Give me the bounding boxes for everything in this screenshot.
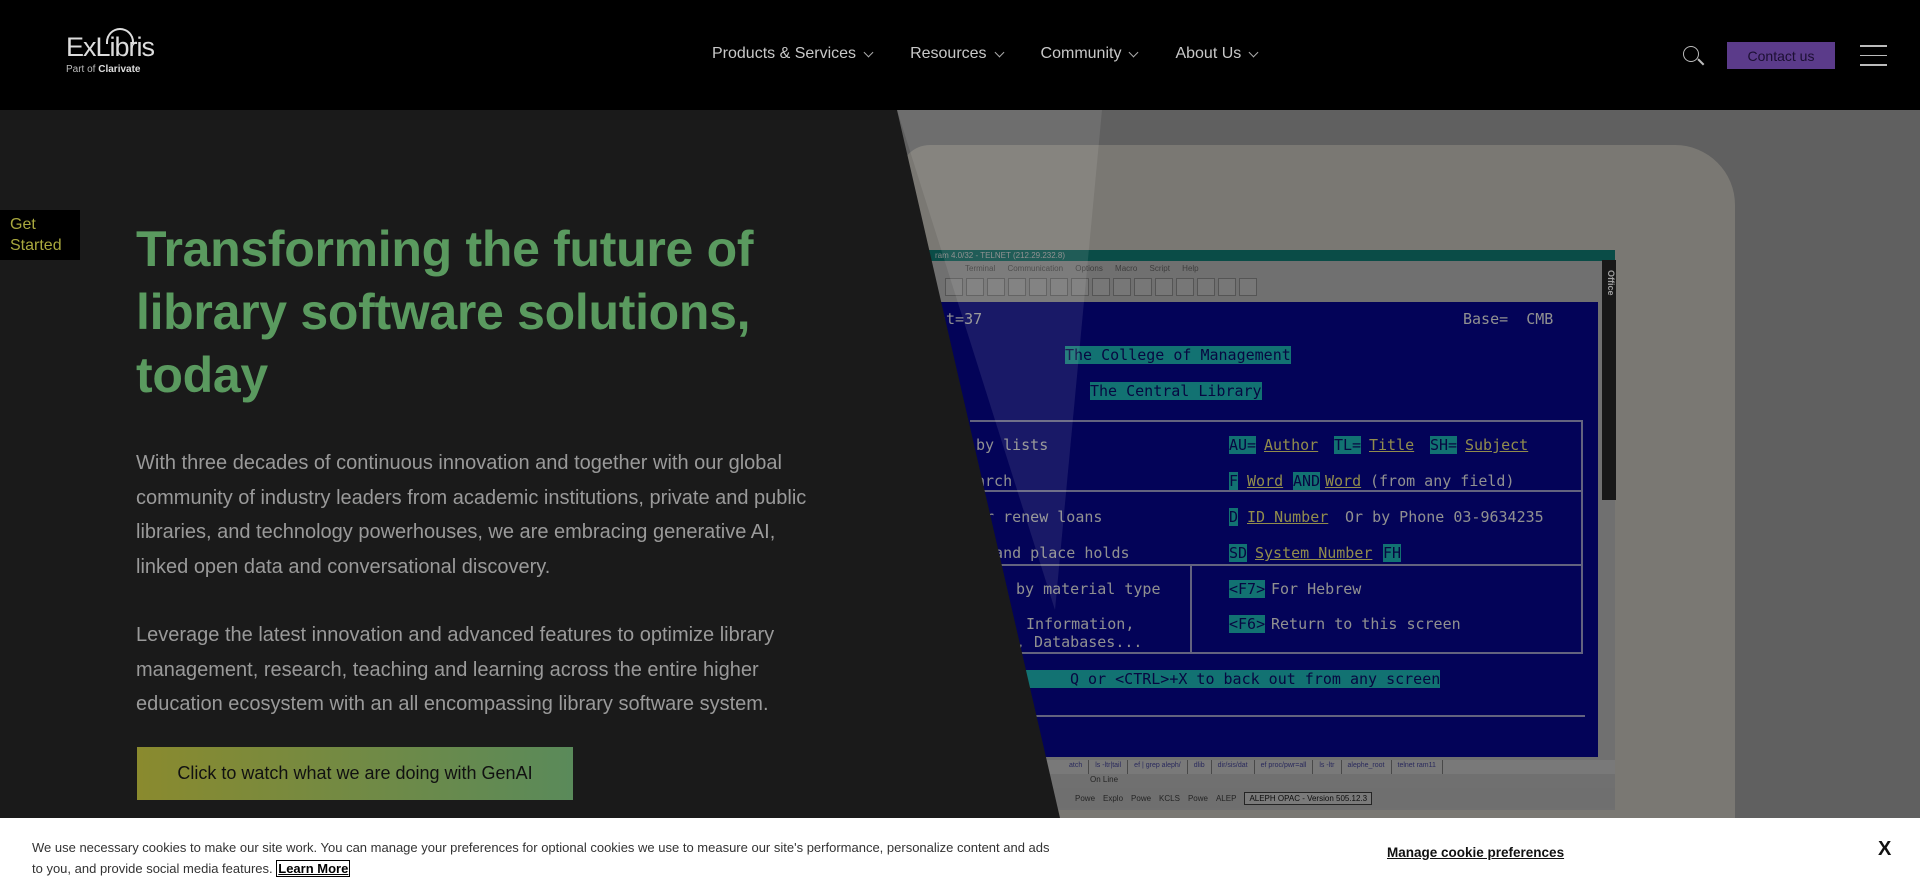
cookie-message: We use necessary cookies to make our sit… — [32, 840, 1050, 876]
nav-label: Community — [1040, 45, 1122, 62]
get-started-tab[interactable]: Get Started — [0, 210, 80, 260]
learn-more-link[interactable]: Learn More — [276, 859, 351, 877]
cookie-text: We use necessary cookies to make our sit… — [32, 838, 1052, 879]
logo-tagline: Part of Clarivate — [66, 64, 154, 75]
chevron-down-icon — [994, 47, 1004, 57]
nav-products-services[interactable]: Products & Services — [712, 45, 874, 63]
cookie-banner: We use necessary cookies to make our sit… — [0, 818, 1920, 888]
main-nav: Products & Services Resources Community … — [712, 45, 1295, 63]
get-started-line: Get — [10, 216, 36, 233]
hero-paragraph-1: With three decades of continuous innovat… — [136, 452, 807, 578]
nav-resources[interactable]: Resources — [910, 45, 1004, 63]
hero-paragraph-2: Leverage the latest innovation and advan… — [136, 624, 775, 715]
watch-genai-button[interactable]: Click to watch what we are doing with Ge… — [137, 747, 573, 800]
hero-title: Transforming the future of library softw… — [136, 221, 754, 403]
tagline-prefix: Part of — [66, 64, 96, 75]
exlibris-logo[interactable]: ExLibris Part of Clarivate — [66, 28, 155, 75]
nav-label: About Us — [1175, 45, 1242, 62]
manage-cookie-preferences-link[interactable]: Manage cookie preferences — [1387, 845, 1564, 860]
logo-text: ExLibris — [66, 32, 155, 62]
nav-label: Resources — [910, 45, 987, 62]
chevron-down-icon — [1248, 47, 1259, 57]
search-icon[interactable] — [1683, 46, 1699, 62]
close-icon[interactable]: X — [1878, 838, 1891, 861]
nav-about-us[interactable]: About Us — [1175, 45, 1259, 63]
get-started-line: Started — [10, 237, 62, 254]
nav-community[interactable]: Community — [1040, 45, 1139, 63]
nav-label: Products & Services — [712, 45, 857, 62]
tagline-brand: Clarivate — [98, 64, 141, 75]
hamburger-menu-icon[interactable] — [1860, 45, 1887, 74]
chevron-down-icon — [1129, 47, 1139, 57]
site-header: ExLibris Part of Clarivate Products & Se… — [0, 0, 1920, 110]
chevron-down-icon — [863, 47, 874, 57]
contact-us-button[interactable]: Contact us — [1727, 42, 1835, 69]
